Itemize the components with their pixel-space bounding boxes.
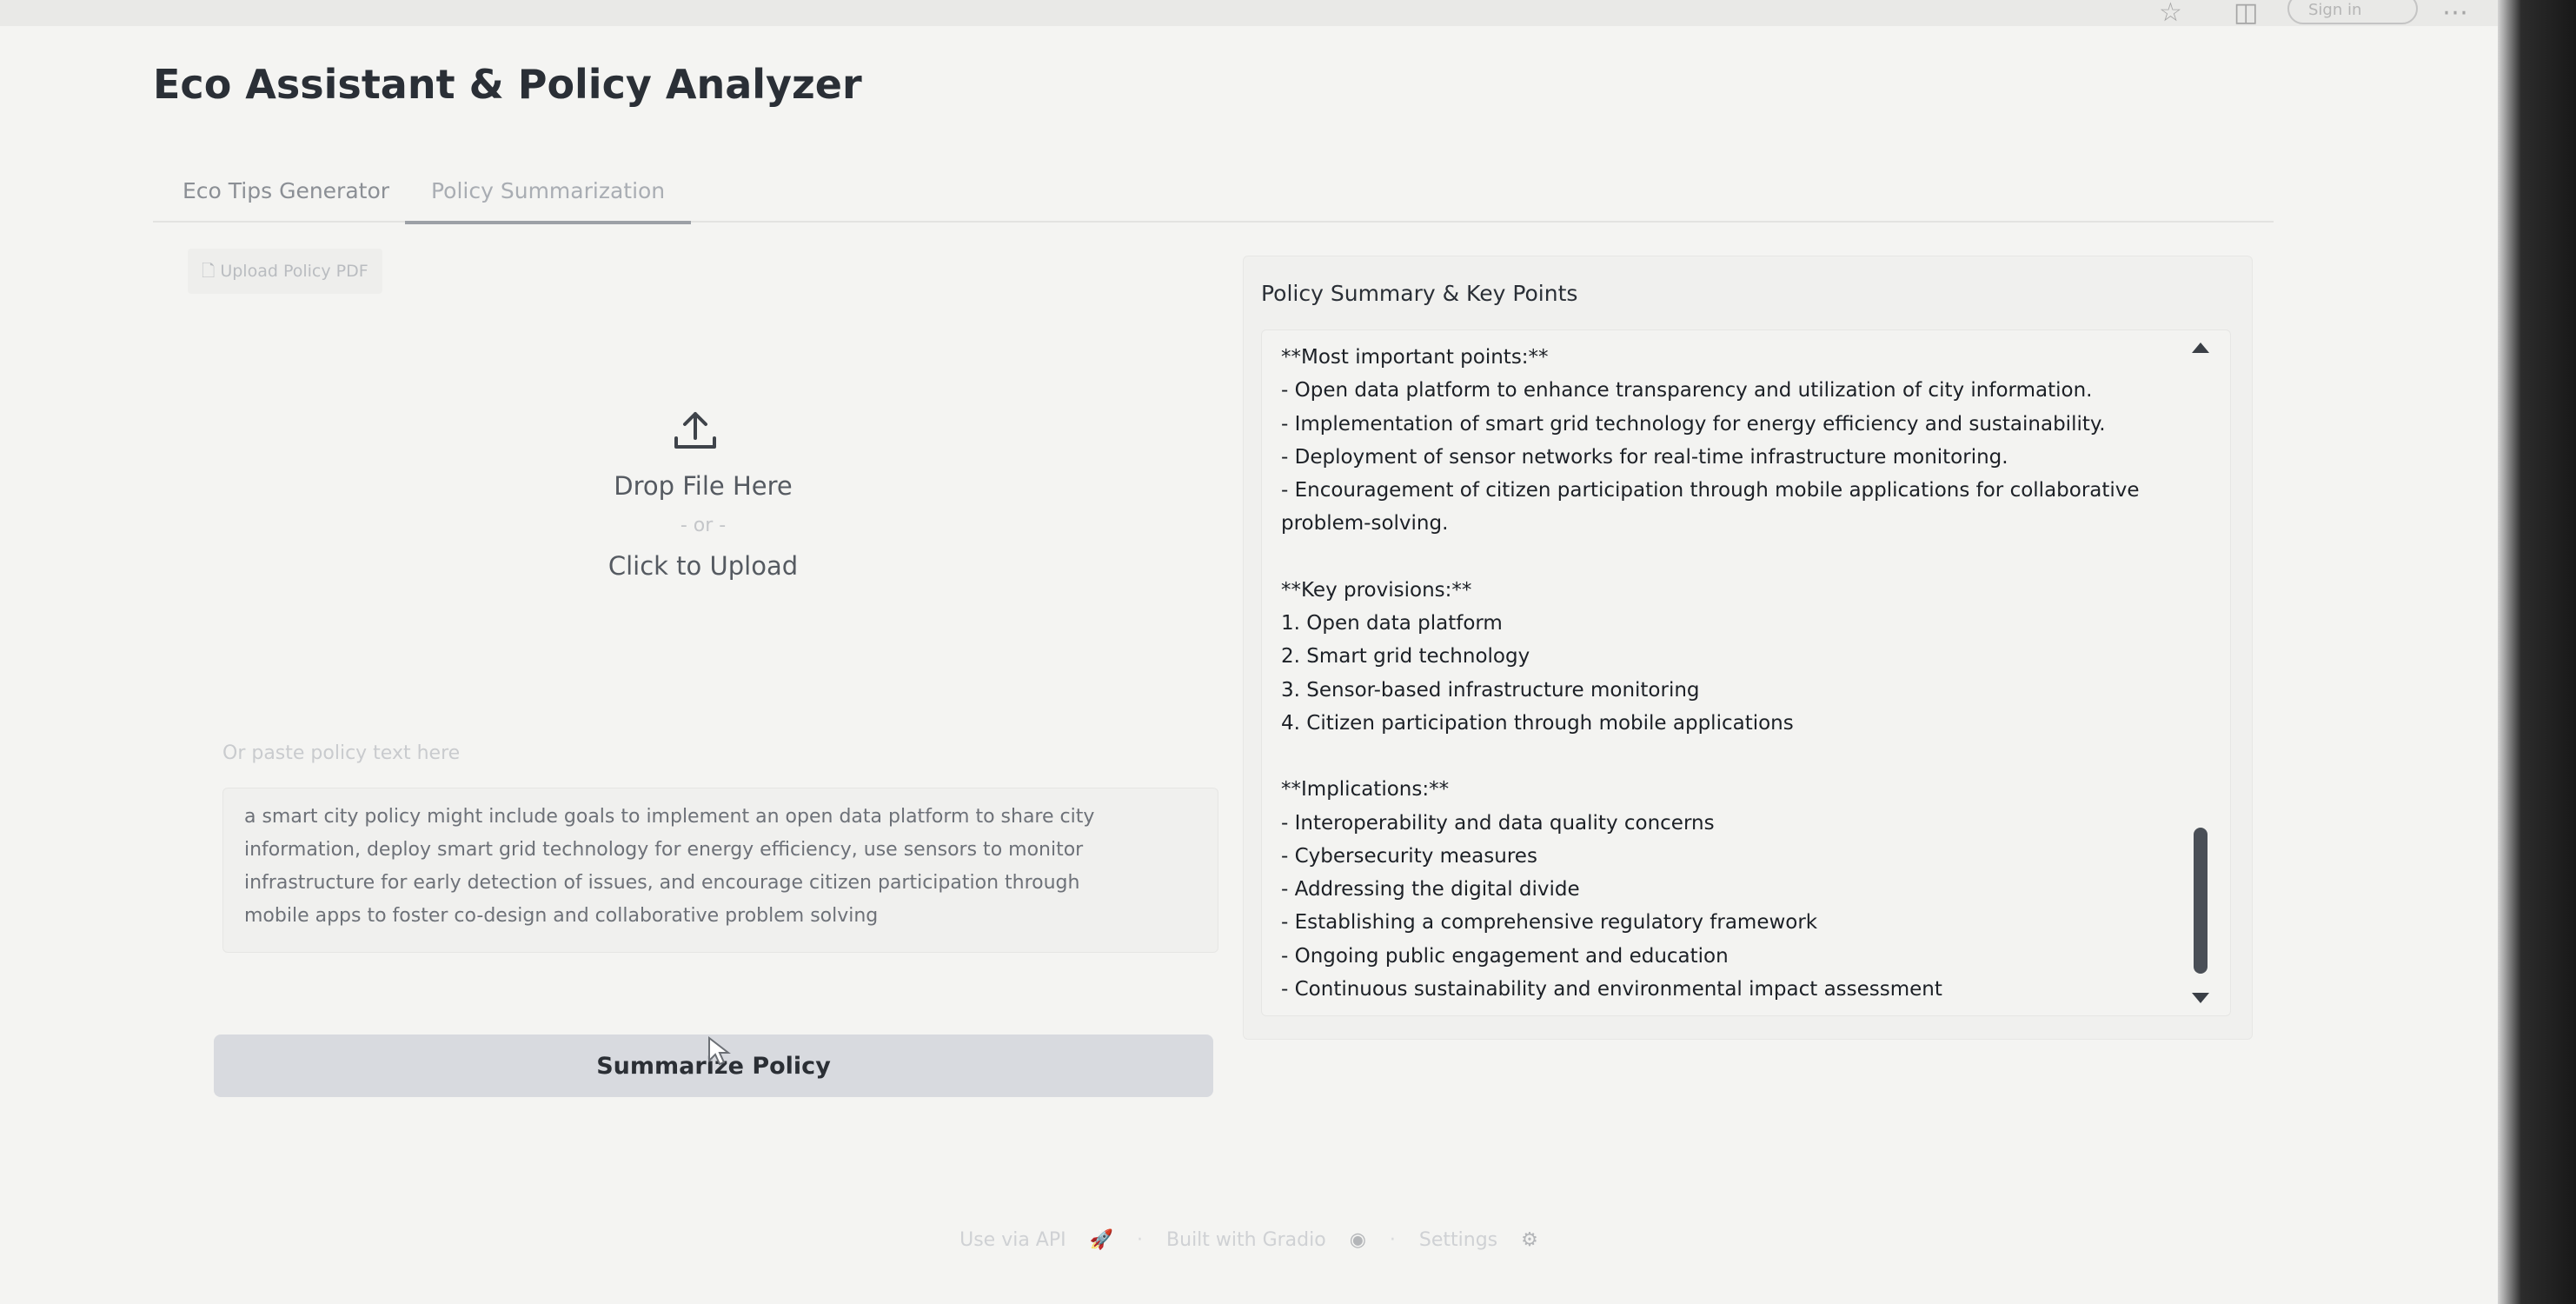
summary-line: 3. Sensor-based infrastructure monitorin… [1281, 678, 1700, 702]
summary-label: Policy Summary & Key Points [1261, 281, 1578, 306]
summary-line: - Cybersecurity measures [1281, 844, 1537, 868]
policy-text-line: a smart city policy might include goals … [244, 806, 1095, 828]
file-icon: 🗋 [202, 262, 216, 281]
footer: Use via API 🚀 · Built with Gradio ◉ · Se… [0, 1229, 2498, 1251]
or-text: - or - [680, 515, 727, 536]
gear-icon[interactable]: ⚙ [1521, 1229, 1538, 1251]
policy-text-line: information, deploy smart grid technolog… [244, 839, 1084, 861]
policy-text-input[interactable]: a smart city policy might include goals … [222, 788, 1218, 953]
use-via-api-link[interactable]: Use via API [959, 1229, 1066, 1251]
tab-eco-tips-generator[interactable]: Eco Tips Generator [183, 148, 389, 221]
built-with-gradio-link[interactable]: Built with Gradio [1166, 1229, 1326, 1251]
summary-spacer [1281, 541, 2230, 574]
policy-text-line: infrastructure for early detection of is… [244, 872, 1080, 894]
scrollbar-thumb[interactable] [2194, 828, 2208, 974]
summary-panel: Policy Summary & Key Points **Most impor… [1243, 256, 2253, 1040]
rocket-icon: 🚀 [1089, 1229, 1114, 1251]
summary-scrollbar[interactable] [2192, 330, 2214, 1015]
paste-label: Or paste policy text here [222, 742, 461, 764]
summary-line: - Open data platform to enhance transpar… [1281, 379, 2093, 403]
settings-link[interactable]: Settings [1419, 1229, 1497, 1251]
summary-line: 1. Open data platform [1281, 612, 1503, 635]
summary-line: - Ongoing public engagement and educatio… [1281, 944, 1729, 968]
drop-file-text: Drop File Here [614, 471, 793, 501]
more-icon[interactable]: ⋯ [2442, 0, 2468, 26]
summary-line: 2. Smart grid technology [1281, 645, 1530, 669]
screen-bezel [2498, 0, 2576, 1304]
browser-toolbar: ☆ ◫ Sign in ⋯ [0, 0, 2576, 27]
scroll-down-arrow-icon[interactable] [2192, 993, 2209, 1003]
scroll-up-arrow-icon[interactable] [2192, 343, 2209, 353]
file-dropzone[interactable]: Drop File Here - or - Click to Upload [188, 297, 1218, 732]
sidebar-icon[interactable]: ◫ [2234, 0, 2258, 26]
sign-in-button[interactable]: Sign in [2287, 0, 2418, 24]
summary-line: - Deployment of sensor networks for real… [1281, 445, 2008, 469]
summary-line: - Continuous sustainability and environm… [1281, 978, 1942, 1001]
upload-label: 🗋 Upload Policy PDF [188, 249, 382, 294]
summary-line: - Addressing the digital divide [1281, 878, 1580, 901]
sign-in-label: Sign in [2308, 1, 2362, 19]
click-to-upload-text: Click to Upload [607, 551, 799, 581]
app-container: Eco Assistant & Policy Analyzer Eco Tips… [0, 26, 2498, 1304]
summary-spacer [1281, 740, 2230, 773]
summary-line: **Implications:** [1281, 778, 1450, 802]
summary-line: - Interoperability and data quality conc… [1281, 811, 1715, 835]
summary-line: problem-solving. [1281, 512, 1449, 536]
upload-icon [674, 412, 716, 449]
star-icon[interactable]: ☆ [2159, 0, 2182, 26]
summary-line: **Key provisions:** [1281, 578, 1472, 602]
footer-separator: · [1389, 1229, 1396, 1251]
policy-text-line: mobile apps to foster co-design and coll… [244, 905, 879, 927]
summary-line: 4. Citizen participation through mobile … [1281, 711, 1794, 735]
page-title: Eco Assistant & Policy Analyzer [153, 61, 862, 108]
tab-policy-summarization[interactable]: Policy Summarization [405, 148, 692, 224]
summary-line: - Establishing a comprehensive regulator… [1281, 911, 1818, 935]
mouse-cursor-icon [708, 1035, 731, 1066]
tab-bar: Eco Tips Generator Policy Summarization [153, 148, 2274, 224]
summary-line: **Most important points:** [1281, 346, 1549, 369]
footer-separator: · [1137, 1229, 1144, 1251]
summary-line: - Encouragement of citizen participation… [1281, 479, 2140, 502]
upload-label-text: Upload Policy PDF [220, 262, 368, 281]
summary-line: - Implementation of smart grid technolog… [1281, 412, 2106, 436]
summary-output[interactable]: **Most important points:** - Open data p… [1261, 329, 2231, 1016]
gradio-logo-icon: ◉ [1349, 1229, 1366, 1251]
